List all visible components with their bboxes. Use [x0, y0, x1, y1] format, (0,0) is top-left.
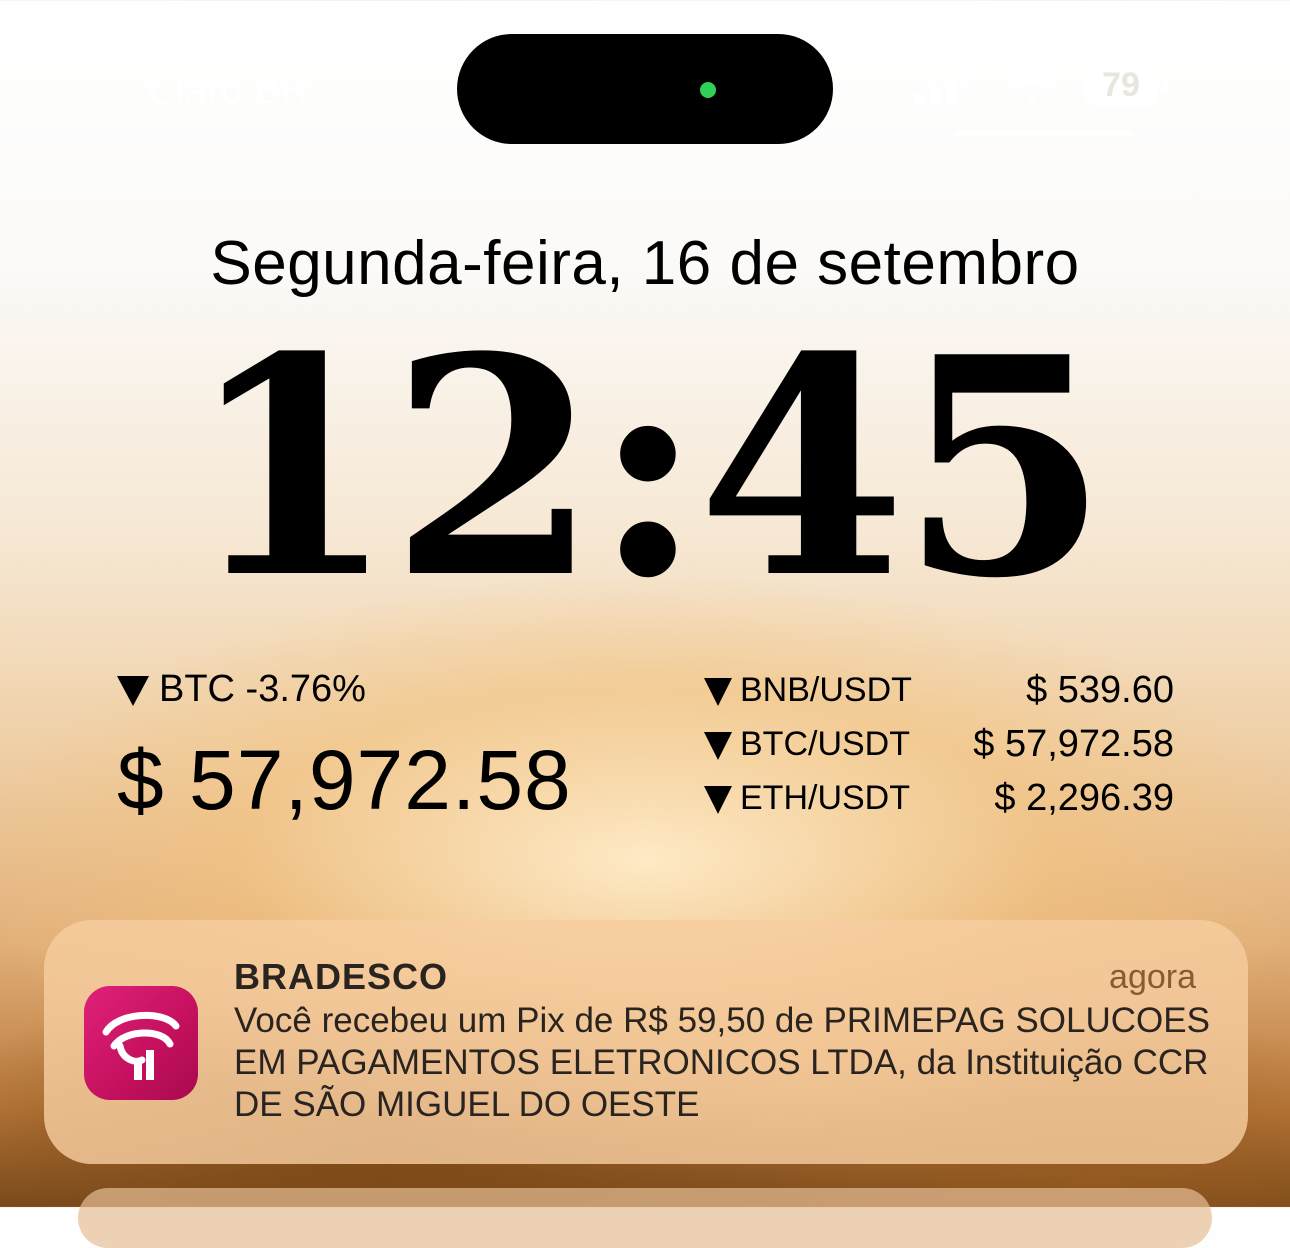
notification-card[interactable]: BRADESCO agora Você recebeu um Pix de R$…	[44, 920, 1248, 1164]
signal-bar-2	[930, 86, 940, 106]
dynamic-island[interactable]	[457, 34, 833, 144]
wifi-icon	[1005, 66, 1059, 104]
battery-tip	[1162, 78, 1168, 94]
btc-widget[interactable]: BTC -3.76% $ 57,972.58	[117, 666, 597, 829]
signal-bar-3	[946, 78, 956, 106]
btc-change-row: BTC -3.76%	[117, 666, 597, 712]
bradesco-logo-svg	[102, 1011, 180, 1080]
signal-bar-4	[962, 70, 972, 106]
notification-app-name: BRADESCO	[234, 956, 449, 997]
carrier-label: Claro BR	[147, 68, 310, 112]
triangle-down-icon	[704, 786, 732, 815]
pair-row: BNB/USDT $ 539.60	[704, 666, 1174, 720]
lock-time[interactable]: 12:45	[0, 318, 1290, 618]
battery-icon: 79	[1084, 64, 1158, 106]
pair-name: BTC/USDT	[740, 725, 910, 763]
crypto-pairs-widget[interactable]: BNB/USDT $ 539.60 BTC/USDT $ 57,972.58 E…	[704, 666, 1174, 828]
status-underline	[954, 130, 1134, 136]
pair-row: BTC/USDT $ 57,972.58	[704, 720, 1174, 774]
pair-name-row: ETH/USDT	[704, 774, 910, 822]
notification-time: agora	[1109, 958, 1196, 996]
triangle-down-icon	[704, 732, 732, 761]
triangle-down-icon	[117, 675, 149, 706]
next-notification-card[interactable]	[78, 1188, 1212, 1248]
pair-price: $ 539.60	[1026, 669, 1174, 711]
pair-price: $ 57,972.58	[973, 723, 1174, 765]
pair-name-row: BNB/USDT	[704, 666, 912, 714]
pair-name: ETH/USDT	[740, 779, 910, 817]
status-icons: 79	[914, 62, 1174, 112]
pair-name: BNB/USDT	[740, 671, 912, 709]
triangle-down-icon	[704, 678, 732, 707]
lock-date: Segunda-feira, 16 de setembro	[210, 229, 1080, 298]
notification-body: Você recebeu um Pix de R$ 59,50 de PRIME…	[234, 1001, 1210, 1124]
camera-indicator-icon	[700, 82, 716, 98]
signal-icon	[914, 92, 924, 106]
bradesco-logo-icon	[84, 986, 198, 1100]
pair-row: ETH/USDT $ 2,296.39	[704, 774, 1174, 828]
pair-price: $ 2,296.39	[994, 777, 1174, 819]
pair-name-row: BTC/USDT	[704, 720, 910, 768]
btc-price: $ 57,972.58	[117, 733, 572, 827]
btc-change-label: BTC -3.76%	[159, 668, 366, 710]
